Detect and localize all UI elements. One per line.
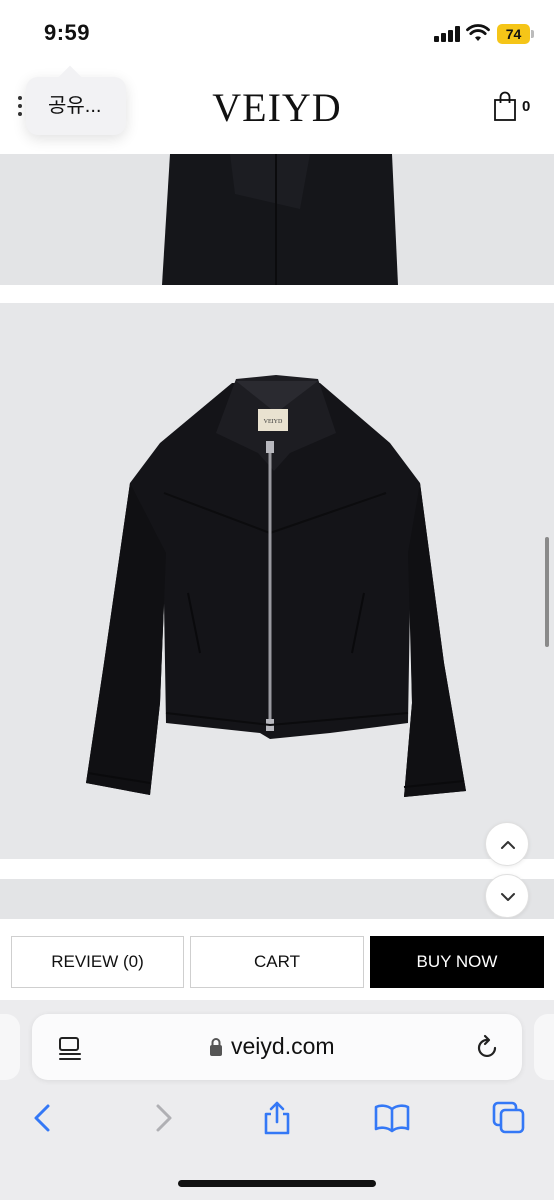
chevron-up-icon	[501, 841, 515, 849]
cellular-signal-icon	[434, 26, 460, 42]
tabs-icon[interactable]	[491, 1100, 527, 1136]
shopping-bag-icon[interactable]	[494, 91, 516, 121]
product-image-previous[interactable]	[0, 154, 554, 285]
jacket-label-tag: VEIYD	[264, 419, 283, 425]
next-tab-preview[interactable]	[534, 1014, 554, 1080]
scroll-up-button[interactable]	[485, 822, 529, 866]
jacket-hem-image	[162, 154, 398, 285]
lock-icon	[210, 1038, 222, 1056]
previous-tab-preview[interactable]	[0, 1014, 20, 1080]
buy-now-button[interactable]: BUY NOW	[370, 936, 544, 988]
battery-indicator: 74	[497, 24, 530, 44]
product-image-main[interactable]: VEIYD	[0, 303, 554, 859]
product-image-next[interactable]	[0, 879, 554, 919]
wifi-icon	[466, 24, 490, 41]
bookmarks-icon[interactable]	[374, 1100, 410, 1136]
status-time: 9:59	[44, 20, 91, 45]
review-button[interactable]: REVIEW (0)	[11, 936, 184, 988]
cart-button[interactable]: CART	[190, 936, 364, 988]
black-zip-jacket-image: VEIYD	[86, 375, 466, 797]
url-text[interactable]: veiyd.com	[231, 1033, 335, 1060]
share-popup[interactable]: 공유...	[26, 77, 126, 135]
cart-count-badge: 0	[522, 98, 531, 115]
chevron-down-icon	[501, 893, 515, 901]
home-indicator	[178, 1180, 376, 1187]
back-icon[interactable]	[26, 1100, 62, 1136]
forward-icon[interactable]	[144, 1100, 180, 1136]
page-scrollbar[interactable]	[545, 537, 549, 647]
status-bar: 9:59 74	[0, 0, 554, 64]
scroll-down-button[interactable]	[485, 874, 529, 918]
reload-icon[interactable]	[476, 1034, 500, 1060]
battery-tip	[531, 30, 534, 38]
reader-icon[interactable]	[58, 1035, 82, 1061]
share-icon[interactable]	[259, 1100, 295, 1136]
